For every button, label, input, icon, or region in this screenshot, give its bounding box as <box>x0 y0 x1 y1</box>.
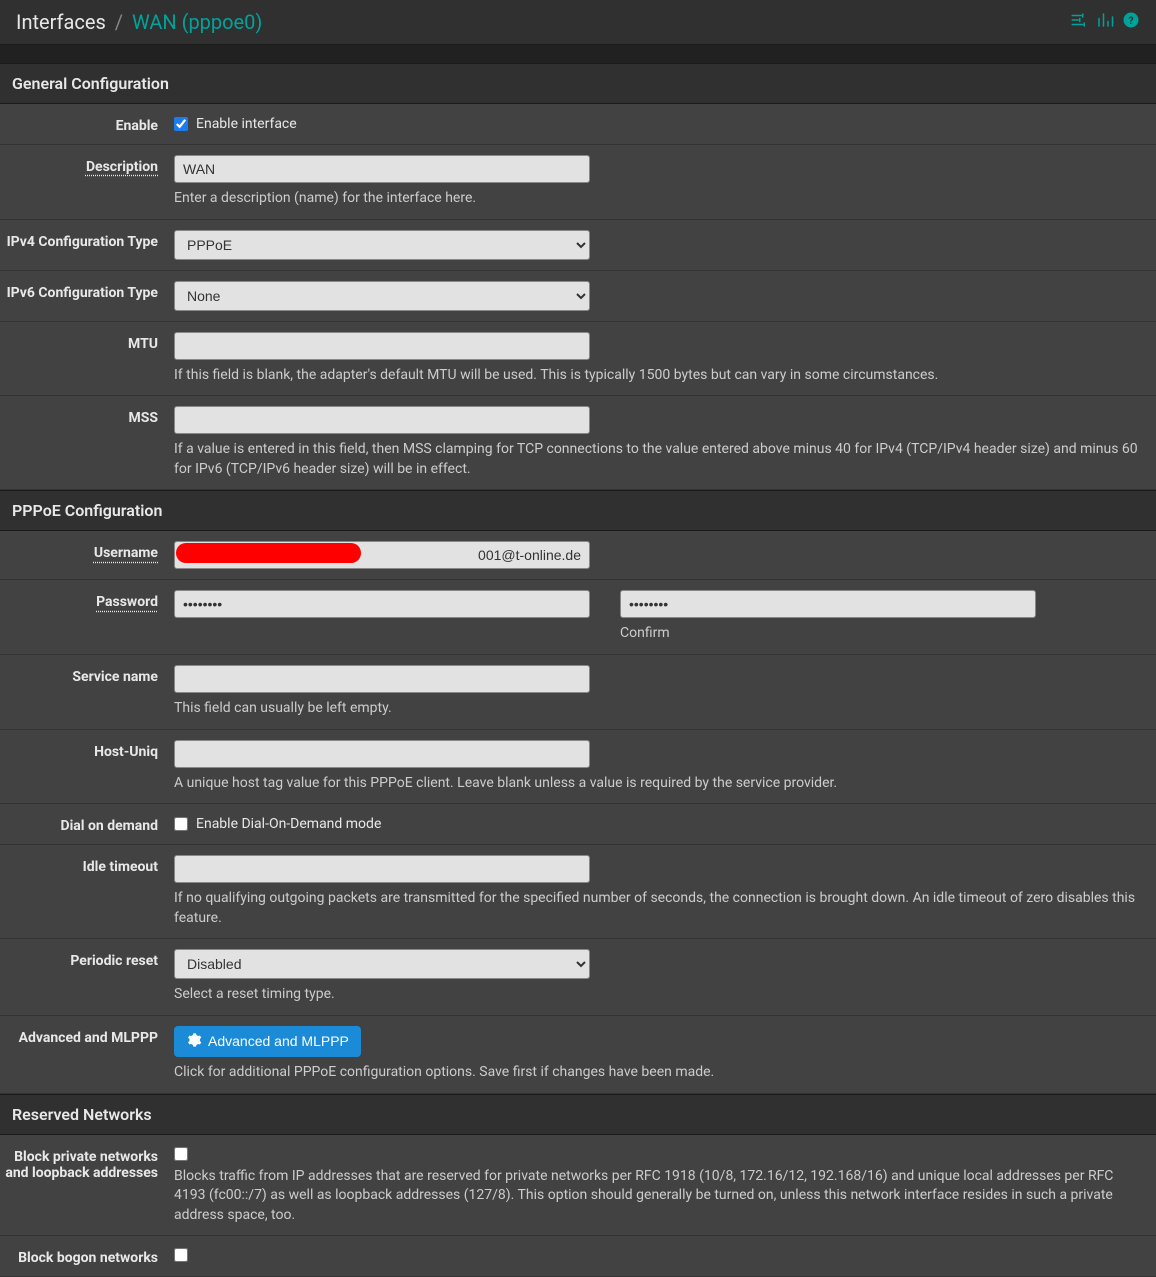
hostuniq-input[interactable] <box>174 740 590 768</box>
breadcrumb-current: WAN (pppoe0) <box>132 10 262 34</box>
row-blockpriv: Block private networks and loopback addr… <box>0 1135 1156 1237</box>
help-icon[interactable]: ? <box>1122 11 1140 33</box>
label-service: Service name <box>4 665 174 685</box>
label-enable: Enable <box>4 114 174 134</box>
row-hostuniq: Host-Uniq A unique host tag value for th… <box>0 730 1156 805</box>
blockbogon-checkbox[interactable] <box>174 1248 188 1262</box>
row-ipv4type: IPv4 Configuration Type PPPoE <box>0 220 1156 271</box>
label-description: Description <box>4 155 174 175</box>
label-idletimeout: Idle timeout <box>4 855 174 875</box>
help-mtu: If this field is blank, the adapter's de… <box>174 366 1140 386</box>
section-reserved-title: Reserved Networks <box>0 1094 1156 1135</box>
help-advanced: Click for additional PPPoE configuration… <box>174 1063 1140 1083</box>
service-input[interactable] <box>174 665 590 693</box>
dialondemand-checkbox-wrap[interactable]: Enable Dial-On-Demand mode <box>174 814 1140 832</box>
mtu-input[interactable] <box>174 332 590 360</box>
enable-checkbox-label: Enable interface <box>196 116 297 132</box>
dialondemand-checkbox[interactable] <box>174 817 188 831</box>
label-periodicreset: Periodic reset <box>4 949 174 969</box>
password-input[interactable] <box>174 590 590 618</box>
label-advanced: Advanced and MLPPP <box>4 1026 174 1046</box>
breadcrumb-root[interactable]: Interfaces <box>16 10 106 34</box>
label-blockpriv: Block private networks and loopback addr… <box>4 1145 174 1181</box>
help-idletimeout: If no qualifying outgoing packets are tr… <box>174 889 1140 928</box>
svg-text:?: ? <box>1128 14 1133 27</box>
blockbogon-checkbox-wrap[interactable] <box>174 1246 1140 1262</box>
periodicreset-select[interactable]: Disabled <box>174 949 590 979</box>
breadcrumb: Interfaces / WAN (pppoe0) <box>16 10 262 34</box>
help-description: Enter a description (name) for the inter… <box>174 189 1140 209</box>
header-actions: ? <box>1070 11 1140 33</box>
section-general-title: General Configuration <box>0 63 1156 104</box>
row-enable: Enable Enable interface <box>0 104 1156 145</box>
help-blockpriv: Blocks traffic from IP addresses that ar… <box>174 1167 1140 1226</box>
label-username: Username <box>4 541 174 561</box>
label-blockbogon: Block bogon networks <box>4 1246 174 1266</box>
label-dialondemand: Dial on demand <box>4 814 174 834</box>
idletimeout-input[interactable] <box>174 855 590 883</box>
label-ipv4type: IPv4 Configuration Type <box>4 230 174 250</box>
row-mss: MSS If a value is entered in this field,… <box>0 396 1156 490</box>
blockpriv-checkbox[interactable] <box>174 1147 188 1161</box>
row-idletimeout: Idle timeout If no qualifying outgoing p… <box>0 845 1156 939</box>
ipv6type-select[interactable]: None <box>174 281 590 311</box>
help-periodicreset: Select a reset timing type. <box>174 985 1140 1005</box>
chart-icon[interactable] <box>1096 11 1114 33</box>
label-mtu: MTU <box>4 332 174 352</box>
label-password: Password <box>4 590 174 610</box>
password-confirm-label: Confirm <box>620 624 1140 644</box>
ipv4type-select[interactable]: PPPoE <box>174 230 590 260</box>
enable-checkbox-wrap[interactable]: Enable interface <box>174 114 1140 132</box>
row-description: Description Enter a description (name) f… <box>0 145 1156 220</box>
password-confirm-input[interactable] <box>620 590 1036 618</box>
row-advanced: Advanced and MLPPP Advanced and MLPPP Cl… <box>0 1016 1156 1094</box>
advanced-mlppp-button[interactable]: Advanced and MLPPP <box>174 1026 361 1057</box>
label-ipv6type: IPv6 Configuration Type <box>4 281 174 301</box>
section-pppoe-title: PPPoE Configuration <box>0 490 1156 531</box>
row-ipv6type: IPv6 Configuration Type None <box>0 271 1156 322</box>
mss-input[interactable] <box>174 406 590 434</box>
sliders-icon[interactable] <box>1070 11 1088 33</box>
dialondemand-checkbox-label: Enable Dial-On-Demand mode <box>196 816 381 832</box>
label-hostuniq: Host-Uniq <box>4 740 174 760</box>
description-input[interactable] <box>174 155 590 183</box>
username-input[interactable] <box>174 541 590 569</box>
help-service: This field can usually be left empty. <box>174 699 1140 719</box>
row-service: Service name This field can usually be l… <box>0 655 1156 730</box>
row-mtu: MTU If this field is blank, the adapter'… <box>0 322 1156 397</box>
blockpriv-checkbox-wrap[interactable] <box>174 1145 1140 1161</box>
row-password: Password Confirm <box>0 580 1156 655</box>
gear-icon <box>186 1032 202 1051</box>
help-mss: If a value is entered in this field, the… <box>174 440 1140 479</box>
page-header: Interfaces / WAN (pppoe0) ? <box>0 0 1156 45</box>
label-mss: MSS <box>4 406 174 426</box>
enable-checkbox[interactable] <box>174 117 188 131</box>
advanced-mlppp-button-label: Advanced and MLPPP <box>208 1033 349 1049</box>
breadcrumb-separator: / <box>115 10 123 34</box>
help-hostuniq: A unique host tag value for this PPPoE c… <box>174 774 1140 794</box>
row-blockbogon: Block bogon networks <box>0 1236 1156 1277</box>
row-periodicreset: Periodic reset Disabled Select a reset t… <box>0 939 1156 1016</box>
row-dialondemand: Dial on demand Enable Dial-On-Demand mod… <box>0 804 1156 845</box>
row-username: Username <box>0 531 1156 580</box>
